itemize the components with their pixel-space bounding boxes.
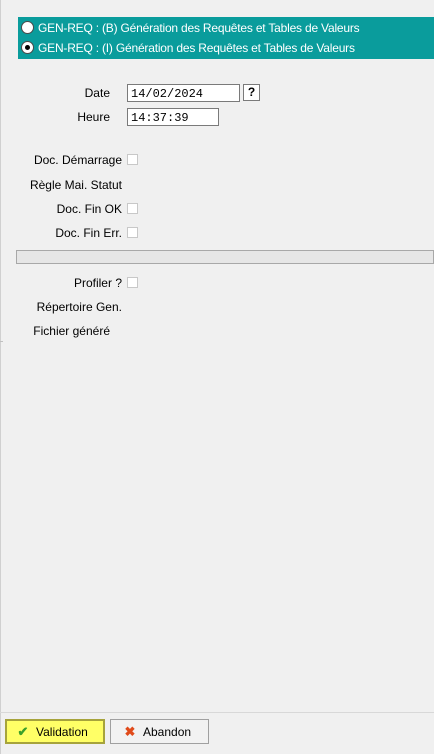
close-icon: ✖	[124, 723, 136, 739]
mode-option-i-label: GEN-REQ : (I) Génération des Requêtes et…	[38, 40, 355, 55]
doc-start-label: Doc. Démarrage	[33, 153, 122, 167]
mode-selector: GEN-REQ : (B) Génération des Requêtes et…	[18, 17, 434, 59]
mode-option-i[interactable]: GEN-REQ : (I) Génération des Requêtes et…	[18, 38, 434, 57]
mode-option-b-label: GEN-REQ : (B) Génération des Requêtes et…	[38, 20, 360, 35]
doc-end-ok-label: Doc. Fin OK	[56, 202, 122, 216]
time-label: Heure	[77, 110, 110, 124]
validate-button[interactable]: ✔ Validation	[5, 719, 105, 744]
radio-b-icon[interactable]	[21, 21, 34, 34]
cancel-button[interactable]: ✖ Abandon	[110, 719, 209, 744]
rule-status-label: Règle Mai. Statut	[29, 178, 122, 192]
generated-file-label: Fichier généré	[33, 324, 110, 338]
validate-button-label: Validation	[36, 724, 88, 739]
cancel-button-label: Abandon	[143, 724, 192, 739]
date-label: Date	[84, 86, 110, 100]
doc-end-err-checkbox[interactable]	[127, 227, 138, 238]
doc-end-ok-checkbox[interactable]	[127, 203, 138, 214]
directory-label: Répertoire Gen.	[36, 300, 122, 314]
date-help-button[interactable]: ?	[243, 84, 260, 101]
profiler-label: Profiler ?	[73, 276, 122, 290]
doc-start-checkbox[interactable]	[127, 154, 138, 165]
time-field[interactable]: 14:37:39	[127, 108, 219, 126]
doc-end-err-label: Doc. Fin Err.	[55, 226, 122, 240]
radio-i-icon[interactable]	[21, 41, 34, 54]
footer-divider	[0, 712, 434, 713]
divider-mark	[0, 341, 3, 342]
date-field[interactable]: 14/02/2024	[127, 84, 240, 102]
checkmark-icon: ✔	[17, 723, 29, 739]
window-left-border	[0, 0, 1, 754]
profiler-checkbox[interactable]	[127, 277, 138, 288]
progress-bar	[16, 250, 434, 264]
mode-option-b[interactable]: GEN-REQ : (B) Génération des Requêtes et…	[18, 18, 434, 37]
